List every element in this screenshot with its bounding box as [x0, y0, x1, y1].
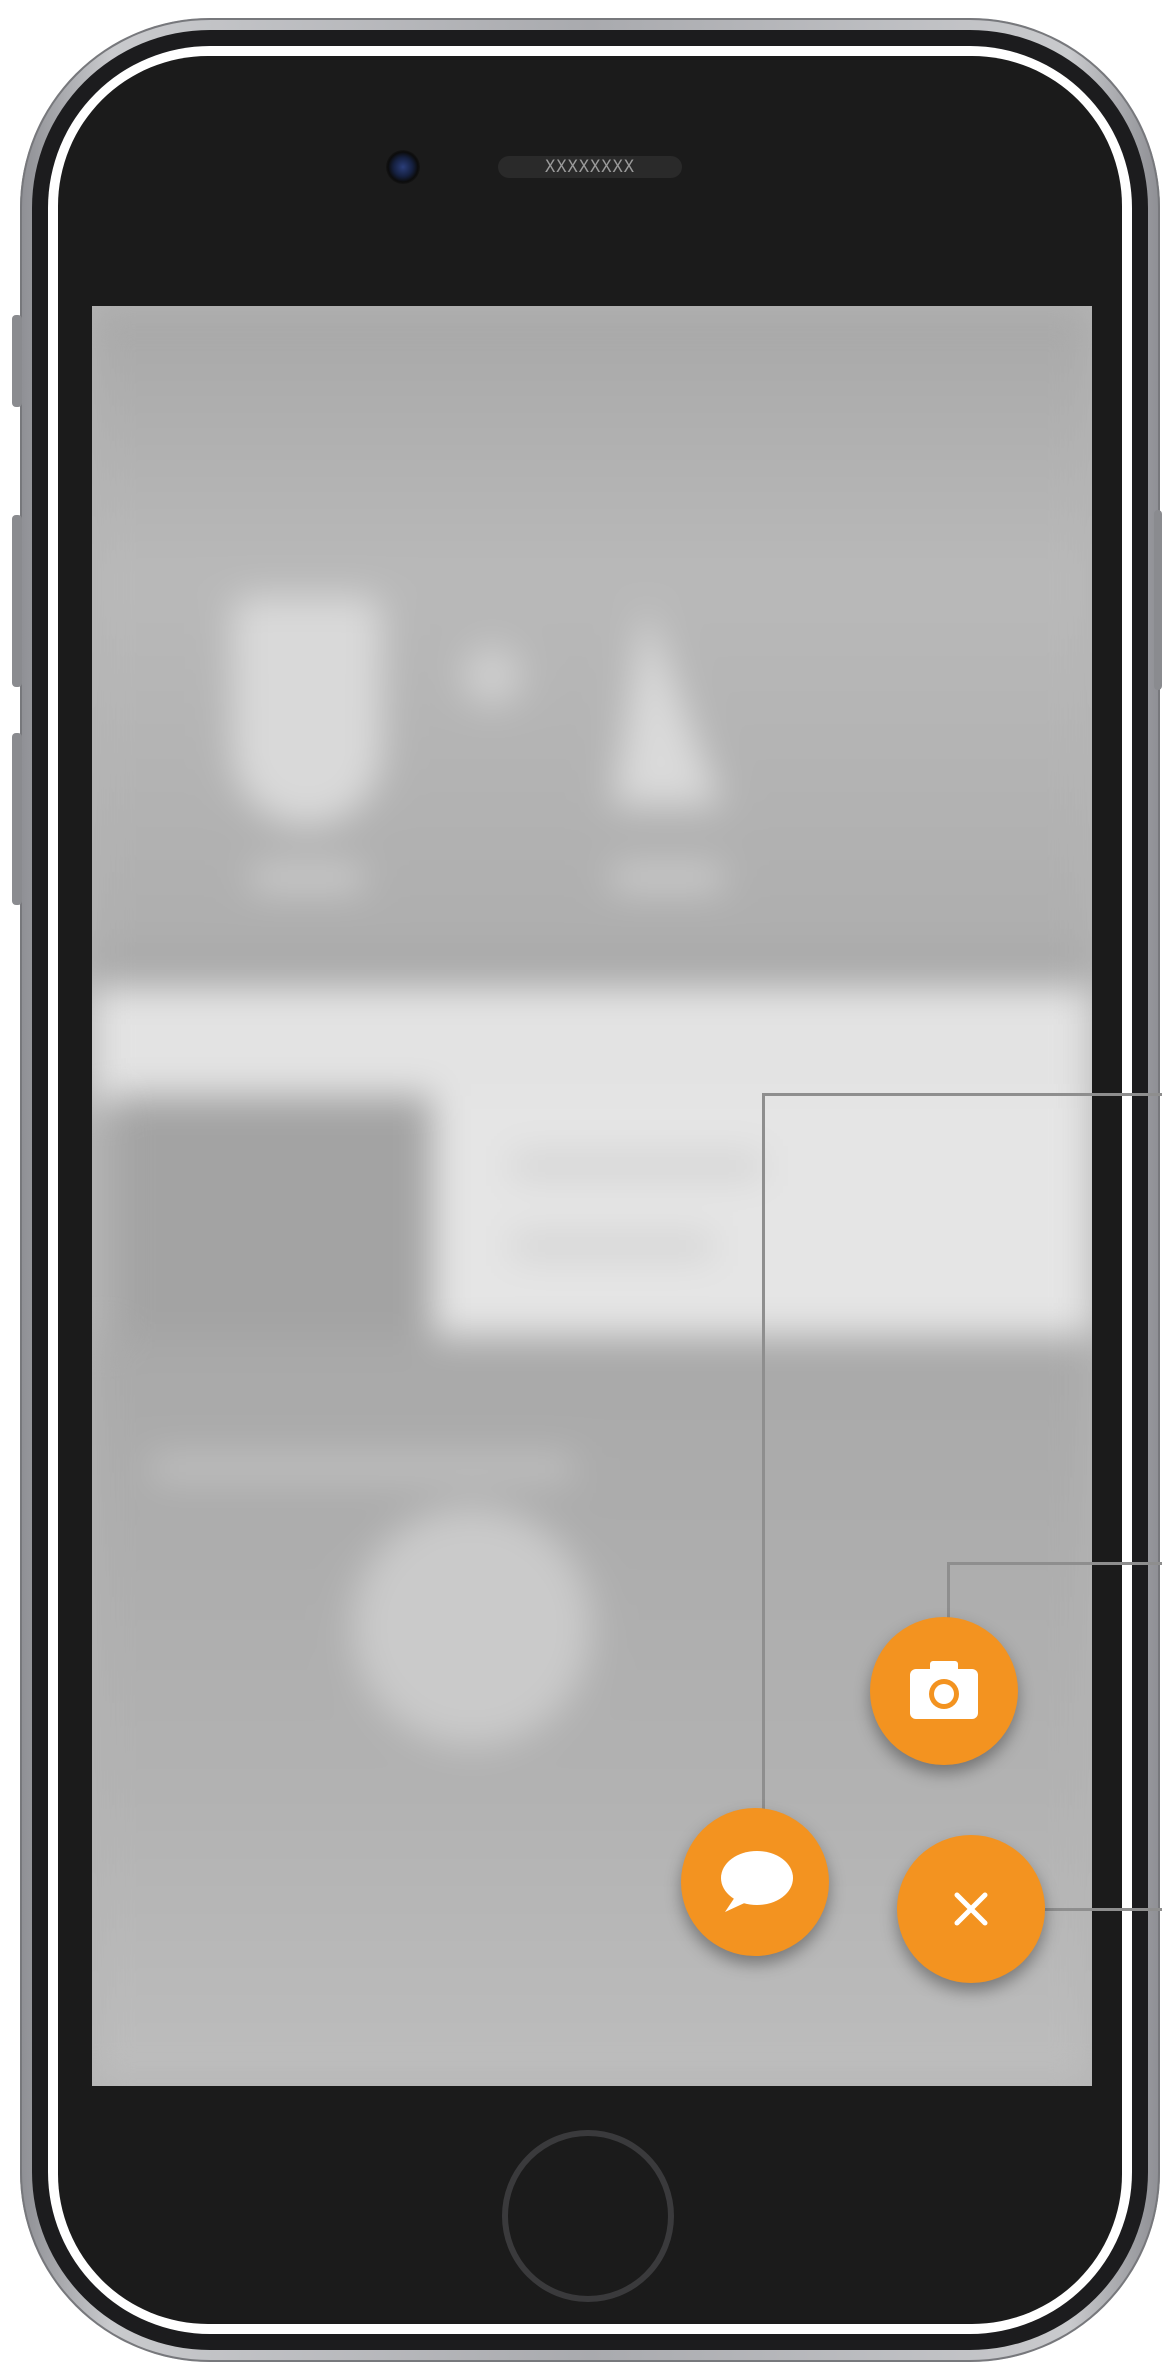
blurred-card-line-1	[512, 1156, 762, 1176]
blurred-lower-circle	[352, 1506, 592, 1746]
speech-bubble-icon	[721, 1851, 793, 1912]
blurred-label-right	[612, 866, 722, 890]
callout-line-close-horizontal	[1030, 1908, 1162, 1911]
mute-switch	[12, 315, 22, 407]
blurred-divider	[92, 956, 1092, 986]
blurred-card-image	[112, 1096, 432, 1336]
power-button	[1154, 510, 1162, 690]
home-button[interactable]	[502, 2130, 674, 2302]
blurred-card-line-2	[512, 1236, 712, 1256]
earpiece-speaker: XXXXXXXX	[498, 156, 682, 178]
blurred-dot	[462, 646, 522, 706]
chat-fab[interactable]	[681, 1808, 829, 1956]
camera-fab[interactable]	[870, 1617, 1018, 1765]
callout-line-chat-vertical	[762, 1093, 765, 1853]
volume-down-button	[12, 733, 22, 905]
callout-line-chat-horizontal	[762, 1093, 1162, 1096]
callout-line-camera-horizontal	[947, 1562, 1162, 1565]
blurred-label-left	[252, 866, 362, 890]
blurred-light-band	[92, 986, 1092, 1106]
volume-up-button	[12, 515, 22, 687]
close-fab[interactable]	[897, 1835, 1045, 1983]
front-camera	[386, 150, 420, 184]
screen	[92, 306, 1092, 2086]
blurred-app-background	[92, 306, 1092, 2086]
close-icon	[954, 1892, 988, 1926]
camera-icon	[910, 1661, 978, 1719]
blurred-shield-shape	[232, 596, 382, 826]
blurred-lower-text	[152, 1456, 572, 1480]
